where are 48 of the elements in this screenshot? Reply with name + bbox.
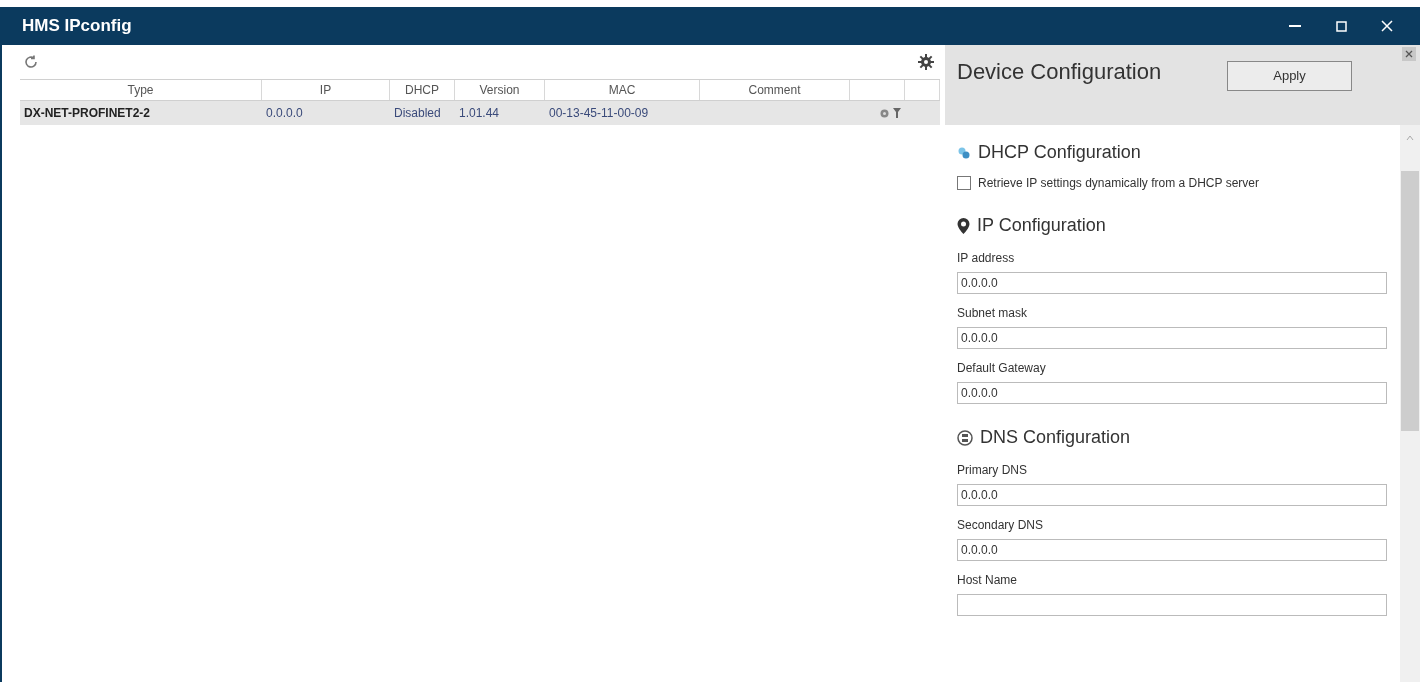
field-label: Primary DNS — [957, 462, 1027, 479]
network-icon — [957, 145, 971, 160]
column-header[interactable]: DHCP — [405, 81, 439, 99]
refresh-icon — [24, 55, 38, 69]
settings-icon — [918, 54, 934, 70]
close-icon — [1405, 50, 1413, 58]
window-title: HMS IPconfig — [22, 15, 132, 38]
section-title: DNS Configuration — [980, 426, 1131, 449]
filter-icon[interactable] — [893, 108, 901, 118]
column-header[interactable]: Type — [127, 81, 154, 99]
field-label: Subnet mask — [957, 305, 1028, 322]
field-label: Host Name — [957, 572, 1018, 589]
table-cell-text: 0.0.0.0 — [266, 105, 303, 122]
input-field[interactable]: 0.0.0.0 — [957, 272, 1387, 294]
apply-button[interactable]: Apply — [1227, 61, 1352, 91]
location-pin-icon — [957, 217, 970, 234]
table-cell-text: Disabled — [394, 105, 441, 122]
section-title: DHCP Configuration — [978, 141, 1141, 164]
input-field[interactable]: 0.0.0.0 — [957, 539, 1387, 561]
input-field[interactable]: 0.0.0.0 — [957, 484, 1387, 506]
scroll-up-icon — [1406, 135, 1414, 141]
info-icon[interactable] — [880, 108, 889, 118]
field-label: IP address — [957, 250, 1015, 267]
input-field[interactable]: 0.0.0.0 — [957, 382, 1387, 404]
table-cell-text: DX-NET-PROFINET2-2 — [24, 105, 150, 122]
table-cell-text: 1.01.44 — [459, 105, 500, 122]
close-icon — [1381, 20, 1393, 32]
column-header[interactable]: Comment — [748, 81, 801, 99]
close-panel-button[interactable] — [1402, 47, 1416, 61]
refresh-button[interactable] — [22, 53, 40, 71]
field-label: Secondary DNS — [957, 517, 1044, 534]
column-header[interactable]: MAC — [608, 81, 636, 99]
table-row[interactable]: DX-NET-PROFINET2-2 0.0.0.0 Disabled 1.01.44 00-13-45-11-00-09 — [20, 101, 940, 125]
minimize-icon — [1289, 25, 1301, 27]
column-header[interactable]: IP — [319, 81, 332, 99]
input-field[interactable]: 0.0.0.0 — [957, 327, 1387, 349]
input-field[interactable] — [957, 594, 1387, 616]
server-icon — [957, 429, 973, 446]
table-cell-text: 00-13-45-11-00-09 — [549, 105, 649, 122]
checkbox[interactable] — [957, 176, 971, 190]
section-title: IP Configuration — [977, 214, 1106, 237]
maximize-icon — [1335, 20, 1347, 32]
field-label: Default Gateway — [957, 360, 1046, 377]
checkbox-label[interactable]: Retrieve IP settings dynamically from a DHCP server — [978, 174, 1259, 192]
panel-title: Device Configuration — [957, 58, 1163, 86]
column-header[interactable]: Version — [479, 81, 520, 99]
scrollbar-thumb[interactable] — [1401, 171, 1419, 431]
settings-button[interactable] — [917, 53, 935, 71]
